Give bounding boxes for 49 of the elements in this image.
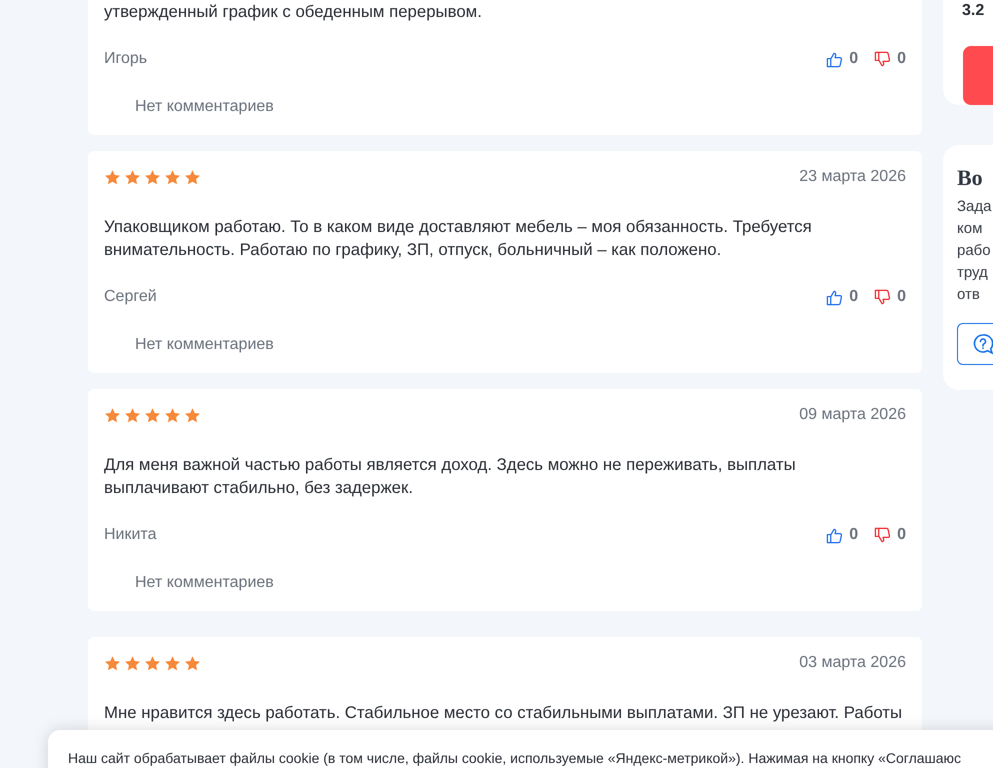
thumbs-down-icon[interactable] [874,526,892,544]
star-icon [184,654,201,672]
thumbs-down-icon[interactable] [874,288,892,306]
author-name: Сергей [104,288,157,306]
star-icon [124,654,141,672]
star-icon [104,168,121,186]
card-text: рабо [957,241,992,261]
card-text: Зада [957,197,992,217]
author-name: Игорь [104,50,148,68]
star-icon [144,168,161,186]
like-count: 0 [849,50,858,68]
star-icon [184,168,201,186]
review-text: Упаковщиком работаю. То в каком виде доставляют мебель – моя обязанность. Требуется внимательность. Работаю по графику, ЗП, отпуск, больничный – как положено. [104,216,813,261]
star-icon [144,406,161,424]
star-icon [104,406,121,424]
rating-value: 3.2 [962,2,986,20]
star-icon [164,654,181,672]
dislike-count: 0 [897,288,906,306]
star-icon [104,654,121,672]
star-icon [184,406,201,424]
star-icon [164,168,181,186]
author-name: Никита [104,526,156,544]
review-date: 23 марта 2026 [799,168,906,186]
star-icon [124,406,141,424]
review-text: Для меня важной частью работы является доход. Здесь можно не переживать, выплаты выплачивают стабильно, без задержек. [104,454,797,499]
thumbs-down-icon[interactable] [874,50,892,68]
thumbs-up-icon[interactable] [826,50,844,68]
review-text: Мне нравится здесь работать. Стабильное место со стабильными выплатами. ЗП не урезают. Работы [104,702,904,724]
review-date: 03 марта 2026 [799,654,906,672]
comments-link[interactable]: Нет комментариев [135,333,906,357]
comments-link[interactable]: Нет комментариев [135,95,906,119]
card-title: Во [957,165,984,191]
star-icon [164,406,181,424]
star-icon [144,654,161,672]
review-text: утвержденный график с обеденным перерывом. [104,1,483,23]
thumbs-up-icon[interactable] [826,288,844,306]
like-count: 0 [849,288,858,306]
star-icon [124,168,141,186]
question-bubble-icon [972,333,993,355]
dislike-count: 0 [897,50,906,68]
dislike-count: 0 [897,526,906,544]
review-date: 09 марта 2026 [799,406,906,424]
card-text: отв [957,285,981,305]
thumbs-up-icon[interactable] [826,526,844,544]
card-text: труд [957,263,989,283]
card-text: ком [957,219,984,239]
comments-link[interactable]: Нет комментариев [135,571,906,595]
like-count: 0 [849,526,858,544]
cookie-notice-text: Наш сайт обрабатывает файлы cookie (в том числе, файлы cookie, используемые «Яндекс-метрикой»). Нажимая на кнопку «Соглашаюс [68,750,962,766]
